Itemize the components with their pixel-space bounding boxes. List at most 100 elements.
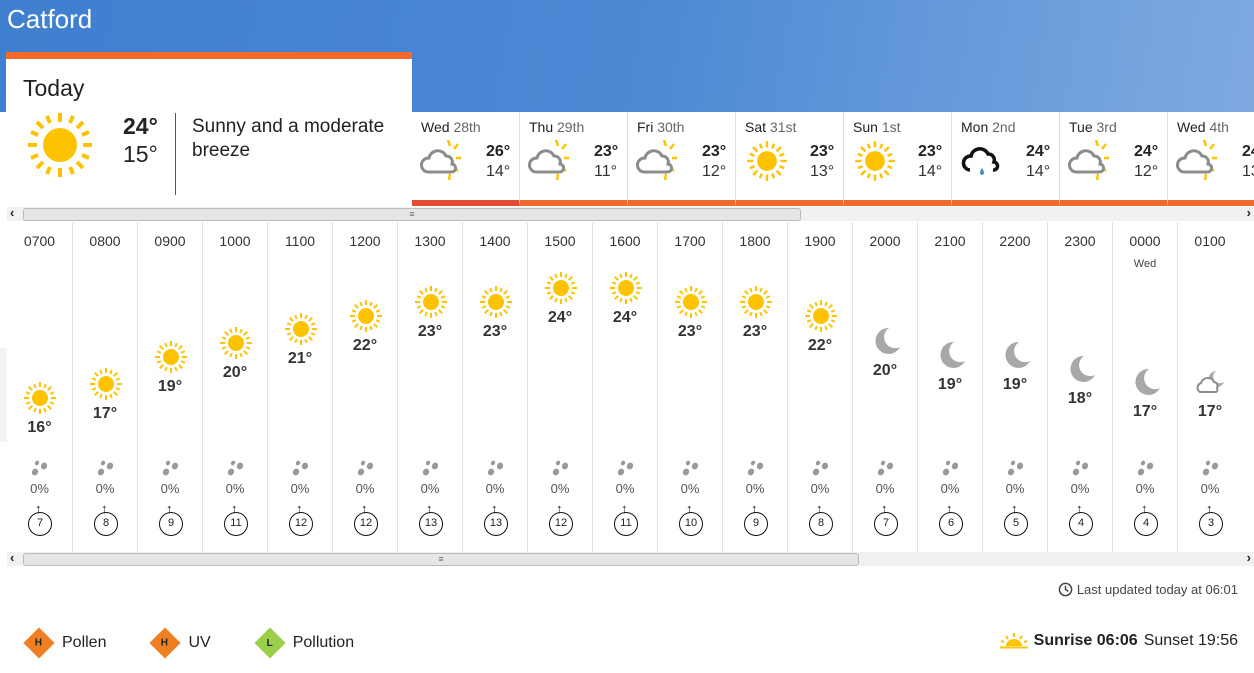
scroll-right-icon[interactable]: › (1247, 550, 1251, 565)
hour-column[interactable]: 0000 Wed 17° 0% ↑ 4 (1112, 222, 1177, 552)
rain-drops-icon (812, 460, 830, 481)
hour-column[interactable]: 2200 19° 0% ↑ 5 (982, 222, 1047, 552)
index-pollution[interactable]: L Pollution (254, 627, 354, 659)
hour-column[interactable]: 1700 23° 0% ↑ 10 (657, 222, 722, 552)
hour-temp: 19° (937, 375, 963, 393)
day-card[interactable]: Sat 31st 23° 13° (736, 112, 844, 206)
wind-speed: 8 (94, 512, 118, 536)
scroll-right-icon[interactable]: › (1247, 205, 1251, 220)
last-updated-text: Last updated today at 06:01 (1076, 582, 1238, 597)
hour-column[interactable]: 0800 17° 0% ↑ 8 (72, 222, 137, 552)
hour-temp: 21° (287, 350, 313, 368)
level-text: H (161, 637, 170, 649)
scroll-thumb[interactable]: ≡ (23, 208, 801, 221)
hour-time: 0900 (154, 233, 186, 249)
scroll-left-icon[interactable]: ‹ (10, 550, 14, 565)
hour-column[interactable]: 1000 20° 0% ↑ 11 (202, 222, 267, 552)
hour-time: 1300 (414, 233, 446, 249)
rain-chance: 0% (680, 481, 700, 496)
sun-icon (219, 326, 253, 360)
wind-indicator: ↑ 11 (612, 502, 640, 538)
hour-time: 2300 (1064, 233, 1096, 249)
moon-icon (934, 338, 968, 372)
wind-indicator: ↑ 13 (417, 502, 445, 538)
moon-icon (999, 338, 1033, 372)
day-low: 14° (1026, 163, 1051, 180)
daily-scrollbar[interactable]: ‹ ≡ › (7, 205, 1254, 221)
today-card[interactable]: Today 24° 15° Sunny and a moderate breez… (6, 52, 412, 206)
day-card[interactable]: Fri 30th 23° 12° (628, 112, 736, 206)
hour-temp: 23° (742, 322, 768, 340)
wind-speed: 4 (1069, 512, 1093, 536)
hour-column[interactable]: 1600 24° 0% ↑ 11 (592, 222, 657, 552)
hour-column[interactable]: 1200 22° 0% ↑ 12 (332, 222, 397, 552)
hour-column[interactable]: 1400 23° 0% ↑ 13 (462, 222, 527, 552)
day-low: 13° (1242, 163, 1254, 180)
hour-column[interactable]: 1900 22° 0% ↑ 8 (787, 222, 852, 552)
hour-time: 1800 (739, 233, 771, 249)
rain-chance: 0% (615, 481, 635, 496)
day-card[interactable]: Thu 29th 23° 11° (520, 112, 628, 206)
hour-column[interactable]: 1300 23° 0% ↑ 13 (397, 222, 462, 552)
rain-drops-icon (97, 460, 115, 481)
rain-chance: 0% (1200, 481, 1220, 496)
hour-column[interactable]: 0900 19° 0% ↑ 9 (137, 222, 202, 552)
wind-indicator: ↑ 4 (1067, 502, 1095, 538)
wind-speed: 4 (1134, 512, 1158, 536)
date: 4th (1209, 119, 1229, 135)
today-high: 24° (123, 113, 158, 139)
weekday: Fri (637, 119, 654, 135)
day-card[interactable]: Mon 2nd 24° 14° (952, 112, 1060, 206)
wind-speed: 13 (484, 512, 508, 536)
level-badge: H (149, 627, 182, 659)
weekday: Sat (745, 119, 767, 135)
hour-column[interactable]: 0700 16° 0% ↑ 7 (7, 222, 72, 552)
date: 28th (453, 119, 481, 135)
rain-chance: 0% (355, 481, 375, 496)
hour-column[interactable]: 2300 18° 0% ↑ 4 (1047, 222, 1112, 552)
rain-chance: 0% (875, 481, 895, 496)
hour-column[interactable]: 2000 20° 0% ↑ 7 (852, 222, 917, 552)
wind-indicator: ↑ 4 (1132, 502, 1160, 538)
day-name: Fri 30th (637, 119, 684, 135)
hour-time: 0100 (1194, 233, 1226, 249)
hour-column[interactable]: 2100 19° 0% ↑ 6 (917, 222, 982, 552)
hourly-scrollbar[interactable]: ‹ ≡ › (7, 550, 1254, 566)
date: 31st (769, 119, 797, 135)
day-card[interactable]: Wed 28th 26° 14° (412, 112, 520, 206)
wind-speed: 11 (614, 512, 638, 536)
left-edge (0, 348, 7, 442)
day-low: 14° (918, 163, 943, 180)
wind-speed: 3 (1199, 512, 1223, 536)
hour-temp: 17° (92, 405, 118, 423)
scroll-left-icon[interactable]: ‹ (10, 205, 14, 220)
sun-icon (23, 381, 57, 415)
wind-indicator: ↑ 8 (807, 502, 835, 538)
hour-temp: 22° (807, 336, 833, 354)
index-label: UV (188, 634, 211, 651)
index-pollen[interactable]: H Pollen (23, 627, 106, 659)
day-card[interactable]: Wed 4th 24° 13° (1168, 112, 1254, 206)
scroll-thumb[interactable]: ≡ (23, 553, 859, 566)
moon-icon (869, 324, 903, 358)
rain-drops-icon (227, 460, 245, 481)
wind-speed: 10 (679, 512, 703, 536)
index-uv[interactable]: H UV (149, 627, 211, 659)
wind-speed: 6 (939, 512, 963, 536)
rain-drops-icon (1202, 460, 1220, 481)
hour-column[interactable]: 1100 21° 0% ↑ 12 (267, 222, 332, 552)
hour-column[interactable]: 1800 23° 0% ↑ 9 (722, 222, 787, 552)
day-high: 23° (810, 143, 835, 160)
hour-temp: 19° (1002, 375, 1028, 393)
day-card[interactable]: Tue 3rd 24° 12° (1060, 112, 1168, 206)
rain-chance: 0% (290, 481, 310, 496)
hour-column[interactable]: 1500 24° 0% ↑ 12 (527, 222, 592, 552)
wind-indicator: ↑ 9 (157, 502, 185, 538)
day-card[interactable]: Sun 1st 23° 14° (844, 112, 952, 206)
sunny-intervals-icon (634, 138, 684, 187)
wind-indicator: ↑ 7 (26, 502, 54, 538)
day-name: Mon 2nd (961, 119, 1015, 135)
date: 2nd (992, 119, 1016, 135)
weekday: Sun (853, 119, 878, 135)
hour-column[interactable]: 0100 17° 0% ↑ 3 (1177, 222, 1242, 552)
